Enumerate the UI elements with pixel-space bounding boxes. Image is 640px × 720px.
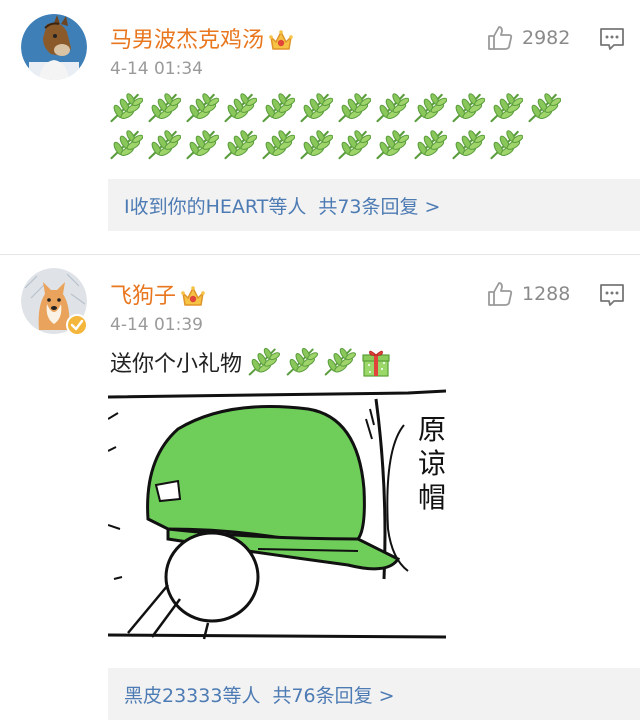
comment-item: 飞狗子 4-14 01:39 1288 送你个小礼物 原谅帽 黑皮23333等人… — [0, 254, 640, 720]
gift-emoji-icon — [362, 350, 390, 377]
emoji-row — [108, 90, 608, 126]
leaf-emoji-icon — [412, 129, 447, 161]
reply-summary-link[interactable]: I收到你的HEART等人 共73条回复 > — [108, 179, 640, 231]
leaf-emoji-icon — [488, 129, 523, 161]
like-button[interactable]: 1288 — [486, 280, 570, 308]
comment-icon[interactable] — [599, 27, 625, 51]
crown-badge-icon — [180, 285, 206, 309]
leaf-emoji-icon — [298, 92, 333, 124]
leaf-emoji-icon — [222, 92, 257, 124]
like-count: 1288 — [522, 283, 571, 305]
username[interactable]: 马男波杰克鸡汤 — [110, 22, 294, 54]
comment-item: 马男波杰克鸡汤 4-14 01:34 2982 I收到你的HEART等人 共73… — [0, 0, 640, 254]
username-text[interactable]: 飞狗子 — [110, 284, 176, 309]
comment-text: 送你个小礼物 — [110, 346, 392, 378]
leaf-emoji-icon — [412, 92, 447, 124]
leaf-emoji-icon — [526, 92, 561, 124]
username[interactable]: 飞狗子 — [110, 278, 206, 310]
leaf-emoji-icon — [184, 129, 219, 161]
leaf-emoji-icon — [146, 129, 181, 161]
leaf-emoji-icon — [374, 92, 409, 124]
emoji-content — [108, 90, 608, 164]
leaf-emoji-icon — [246, 347, 280, 377]
leaf-emoji-icon — [222, 129, 257, 161]
reply-users: I收到你的HEART等人 — [124, 195, 307, 218]
leaf-emoji-icon — [260, 129, 295, 161]
leaf-emoji-icon — [146, 92, 181, 124]
username-text[interactable]: 马男波杰克鸡汤 — [110, 28, 264, 53]
leaf-emoji-icon — [336, 92, 371, 124]
reply-count: 共76条回复 > — [272, 684, 395, 707]
leaf-emoji-icon — [284, 347, 318, 377]
leaf-emoji-icon — [260, 92, 295, 124]
leaf-emoji-icon — [488, 92, 523, 124]
leaf-emoji-icon — [336, 129, 371, 161]
leaf-emoji-icon — [450, 92, 485, 124]
emoji-row — [108, 127, 608, 163]
comment-text-content: 送你个小礼物 — [110, 352, 243, 377]
verified-badge-icon — [66, 314, 88, 336]
like-button[interactable]: 2982 — [486, 24, 570, 52]
leaf-emoji-icon — [108, 92, 143, 124]
crown-badge-icon — [268, 29, 294, 53]
avatar[interactable] — [21, 14, 87, 80]
comment-icon[interactable] — [599, 283, 625, 307]
timestamp: 4-14 01:39 — [110, 315, 203, 335]
meme-image[interactable]: 原谅帽 — [108, 389, 446, 643]
leaf-emoji-icon — [108, 129, 143, 161]
reply-count: 共73条回复 > — [318, 195, 441, 218]
reply-summary-link[interactable]: 黑皮23333等人 共76条回复 > — [108, 668, 640, 720]
leaf-emoji-icon — [374, 129, 409, 161]
meme-caption: 原谅帽 — [418, 413, 446, 514]
leaf-emoji-icon — [322, 347, 356, 377]
thumbs-up-icon[interactable] — [486, 24, 514, 52]
leaf-emoji-icon — [298, 129, 333, 161]
like-count: 2982 — [522, 27, 571, 49]
thumbs-up-icon[interactable] — [486, 280, 514, 308]
reply-users: 黑皮23333等人 — [124, 684, 261, 707]
leaf-emoji-icon — [450, 129, 485, 161]
leaf-emoji-icon — [184, 92, 219, 124]
timestamp: 4-14 01:34 — [110, 59, 203, 79]
